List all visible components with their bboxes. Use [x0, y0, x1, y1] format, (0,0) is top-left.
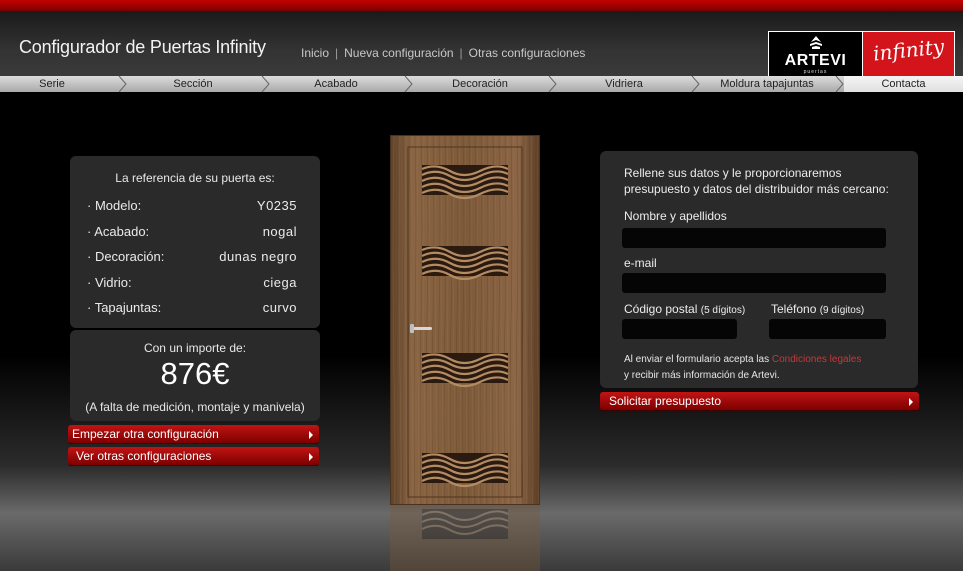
reference-row-vidrio: · Vidrio: ciega [87, 275, 297, 293]
reference-value: curvo [262, 300, 297, 315]
reference-value: ciega [263, 275, 297, 290]
price-panel: Con un importe de: 876€ (A falta de medi… [70, 330, 320, 421]
postal-code-label-text: Código postal [624, 302, 698, 316]
name-label: Nombre y apellidos [624, 209, 727, 223]
price-note: (A falta de medición, montaje y manivela… [85, 400, 305, 414]
arrow-right-icon [309, 431, 313, 439]
reference-row-acabado: · Acabado: nogal [87, 224, 297, 242]
nav-link-otras-configuraciones[interactable]: Otras configuraciones [469, 46, 586, 60]
reference-value: Y0235 [256, 198, 297, 213]
reference-row-decoracion: · Decoración: dunas negro [87, 249, 297, 267]
reference-value: nogal [262, 224, 297, 239]
phone-input[interactable] [769, 319, 886, 339]
legal-text: Al enviar el formulario acepta las Condi… [624, 352, 914, 384]
header: Configurador de Puertas Infinity Inicio |… [0, 11, 963, 78]
reference-key: · Acabado: [87, 224, 150, 239]
nav-separator: | [459, 46, 463, 60]
step-vidriera[interactable]: Vidriera [557, 76, 691, 92]
reference-panel: La referencia de su puerta es: · Modelo:… [70, 156, 320, 328]
phone-label-text: Teléfono [771, 302, 817, 316]
app-title: Configurador de Puertas Infinity [19, 37, 266, 57]
top-accent-bar [0, 0, 963, 11]
reference-row-modelo: · Modelo: Y0235 [87, 198, 297, 216]
legal-conditions-link[interactable]: Condiciones legales [772, 354, 862, 365]
step-contacta[interactable]: Contacta [844, 76, 963, 92]
request-quote-label: Solicitar presupuesto [609, 394, 722, 408]
request-quote-button[interactable]: Solicitar presupuesto [600, 392, 919, 411]
top-nav: Inicio | Nueva configuración | Otras configu… [301, 46, 585, 60]
artevi-mark-icon [810, 36, 822, 49]
postal-code-label: Código postal (5 dígitos) [624, 302, 745, 316]
step-decoracion[interactable]: Decoración [413, 76, 547, 92]
step-serie[interactable]: Serie [0, 76, 104, 92]
phone-hint: (9 dígitos) [819, 305, 865, 316]
reference-key: · Vidrio: [87, 275, 132, 290]
view-configurations-button[interactable]: Ver otras configuraciones [68, 447, 319, 466]
door-preview-image [390, 135, 540, 505]
price-label: Con un importe de: [143, 341, 247, 355]
new-configuration-button[interactable]: Empezar otra configuración [68, 425, 319, 444]
email-input[interactable] [622, 273, 886, 293]
reference-value: dunas negro [219, 249, 297, 264]
step-seccion[interactable]: Sección [126, 76, 260, 92]
legal-prefix: Al enviar el formulario acepta las [624, 354, 770, 365]
price-value: 876€ [160, 356, 230, 391]
arrow-right-icon [909, 398, 913, 406]
contact-form-panel: Rellene sus datos y le proporcionaremos … [600, 151, 918, 388]
postal-code-input[interactable] [622, 319, 737, 339]
step-moldura-tapajuntas[interactable]: Moldura tapajuntas [700, 76, 834, 92]
reference-title: La referencia de su puerta es: [115, 171, 275, 185]
name-input[interactable] [622, 228, 886, 248]
artevi-logo-text: ARTEVI [784, 52, 847, 69]
email-label: e-mail [624, 256, 657, 270]
form-intro-text: Rellene sus datos y le proporcionaremos … [624, 166, 889, 196]
new-configuration-label: Empezar otra configuración [72, 427, 219, 441]
reference-key: · Decoración: [87, 249, 165, 264]
view-configurations-label: Ver otras configuraciones [76, 449, 212, 463]
nav-link-nueva-configuracion[interactable]: Nueva configuración [344, 46, 453, 60]
phone-label: Teléfono (9 dígitos) [771, 302, 864, 316]
step-acabado[interactable]: Acabado [270, 76, 402, 92]
nav-separator: | [335, 46, 339, 60]
reference-key: · Modelo: [87, 198, 142, 213]
door-reflection [390, 505, 540, 571]
nav-link-inicio[interactable]: Inicio [301, 46, 329, 60]
postal-code-hint: (5 dígitos) [700, 305, 746, 316]
infinity-logo-text: infinity [871, 34, 946, 66]
artevi-logo[interactable]: ARTEVI puertas [768, 31, 863, 78]
reference-row-tapajuntas: · Tapajuntas: curvo [87, 300, 297, 318]
arrow-right-icon [309, 453, 313, 461]
infinity-logo[interactable]: infinity [863, 31, 955, 78]
step-bar: Serie Sección Acabado Decoración Vidrier… [0, 76, 963, 92]
legal-suffix: y recibir más información de Artevi. [624, 370, 780, 381]
artevi-logo-subtext: puertas [803, 69, 828, 75]
reference-key: · Tapajuntas: [87, 300, 162, 315]
